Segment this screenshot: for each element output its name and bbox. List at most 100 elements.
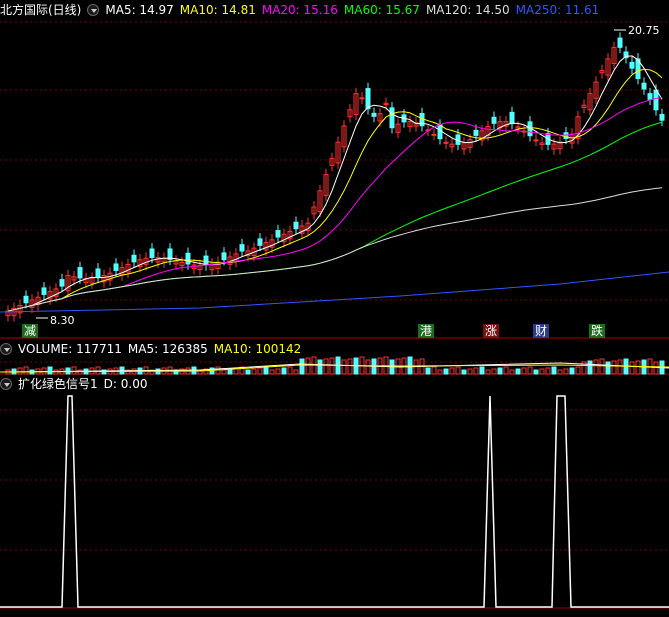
candle-body [359, 97, 365, 100]
chart-canvas[interactable]: 20.75 8.30 [0, 0, 669, 617]
signal-line [0, 395, 669, 608]
volume-bar [491, 368, 497, 375]
candle-body [23, 295, 29, 304]
candle-body [77, 267, 83, 279]
candle-body [95, 268, 101, 278]
volume-bar [23, 366, 29, 375]
event-tag-die[interactable]: 跌 [589, 324, 606, 338]
candle-body [239, 244, 245, 252]
volume-bar [95, 366, 101, 375]
volume-bar [485, 369, 491, 375]
volume-bar [17, 367, 23, 375]
volume-bar [533, 369, 539, 375]
volume-bar [563, 368, 569, 375]
volume-bar [299, 358, 305, 375]
volume-header: VOLUME: 117711 MA5: 126385 MA10: 100142 [0, 341, 307, 357]
volume-bar [575, 366, 581, 375]
volume-bar [515, 368, 521, 375]
volume-bar [467, 368, 473, 375]
volume-bar [437, 369, 443, 375]
candle-body [641, 82, 647, 90]
volume-bar [47, 366, 53, 375]
volume-bar [281, 367, 287, 375]
volume-bar [587, 360, 593, 375]
volume-bar [329, 357, 335, 375]
volume-bar [599, 358, 605, 375]
volume-bar [245, 369, 251, 375]
volume-bar [221, 369, 227, 375]
volume-bar [41, 367, 47, 375]
candle-body [293, 221, 299, 230]
candle-body [629, 61, 635, 69]
event-tag-gang[interactable]: 港 [418, 324, 435, 338]
candle-body [533, 139, 539, 142]
candle-body [509, 111, 515, 124]
candle-body [41, 287, 47, 295]
candle-body [185, 252, 191, 265]
candle-body [113, 263, 119, 271]
candle-body [431, 133, 437, 136]
event-tag-cai[interactable]: 财 [533, 324, 550, 338]
volume-bar [521, 367, 527, 375]
volume-bar [71, 366, 77, 375]
volume-bar [269, 369, 275, 375]
volume-ma5: MA5: 126385 [127, 342, 208, 356]
volume-bar [251, 368, 257, 375]
volume-bar [503, 366, 509, 375]
volume-bar [305, 357, 311, 375]
candle-body [437, 124, 443, 140]
candle-body [389, 107, 395, 129]
volume-bar [653, 361, 659, 375]
volume-bar [497, 367, 503, 375]
candle-body [659, 113, 665, 121]
candle-body [653, 89, 659, 111]
candle-body [473, 129, 479, 136]
indicator-name: 扩化绿色信号1 [18, 377, 98, 391]
indicator-dropdown-icon[interactable] [0, 378, 12, 390]
volume-bar [545, 367, 551, 375]
volume-bar [527, 366, 533, 375]
ma5-line [7, 55, 663, 312]
candle-body [131, 254, 137, 263]
candle-body [221, 252, 227, 261]
indicator-value: D: 0.00 [103, 377, 148, 391]
volume-bar [449, 367, 455, 375]
volume-bar [605, 361, 611, 375]
volume-label: VOLUME: 117711 [18, 342, 122, 356]
volume-bar [293, 369, 299, 375]
volume-bar [425, 367, 431, 375]
volume-bar [257, 367, 263, 375]
volume-bar [551, 366, 557, 375]
volume-bar [431, 366, 437, 375]
volume-bar [443, 368, 449, 375]
volume-bar [569, 367, 575, 375]
candle-body [275, 230, 281, 238]
ma10-line [7, 68, 663, 312]
volume-bar [461, 369, 467, 375]
candle-body [371, 112, 377, 117]
volume-bar [263, 366, 269, 375]
volume-bar [287, 366, 293, 375]
candle-body [491, 116, 497, 124]
candle-body [59, 279, 65, 287]
volume-dropdown-icon[interactable] [0, 343, 12, 355]
volume-bar [473, 367, 479, 375]
volume-bar [275, 368, 281, 375]
candle-body [365, 88, 371, 110]
event-tag-jian[interactable]: 减 [22, 324, 39, 338]
event-tag-zhang[interactable]: 涨 [483, 324, 500, 338]
volume-bar [509, 369, 515, 375]
candle-body [149, 248, 155, 258]
volume-bar [539, 368, 545, 375]
volume-bar [347, 358, 353, 375]
low-price-label: 8.30 [50, 314, 75, 327]
volume-ma10: MA10: 100142 [213, 342, 302, 356]
volume-bar [635, 360, 641, 375]
ma60-line [7, 121, 663, 312]
candle-body [617, 37, 623, 48]
indicator-header: 扩化绿色信号1 D: 0.00 [0, 376, 153, 392]
candle-body [257, 238, 263, 246]
volume-bar [557, 369, 563, 375]
candle-body [647, 93, 653, 100]
volume-bar [455, 366, 461, 375]
